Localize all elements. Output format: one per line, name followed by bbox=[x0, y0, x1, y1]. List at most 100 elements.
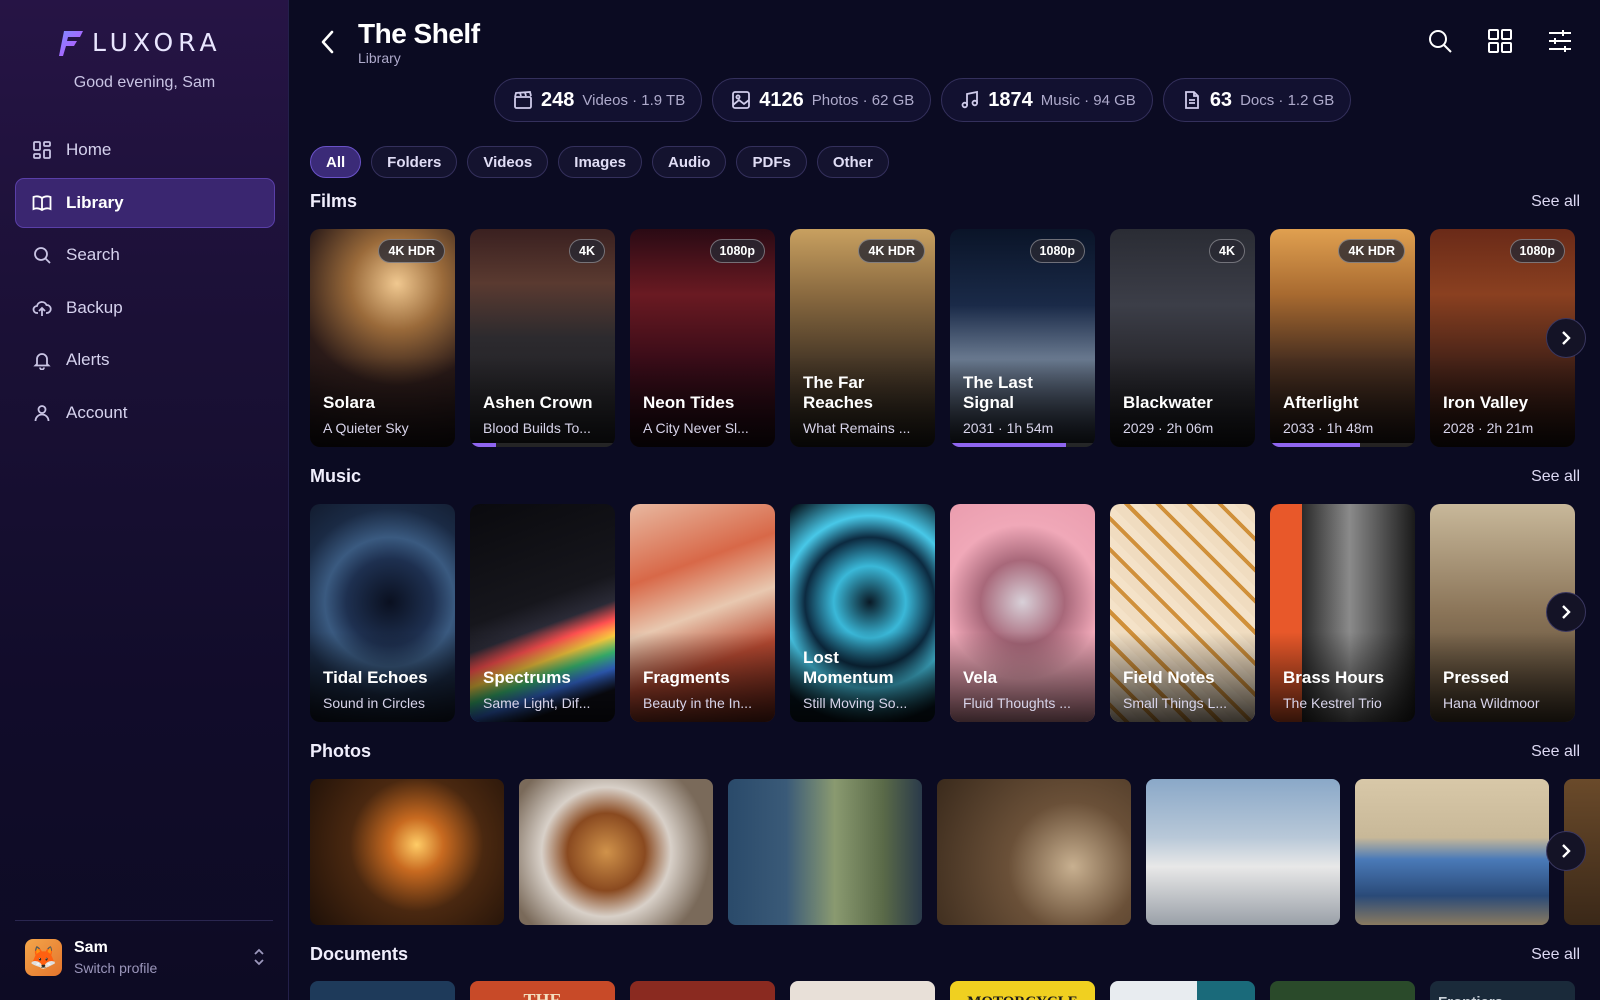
film-card[interactable]: 1080p Neon Tides A City Never Sl... bbox=[630, 229, 775, 447]
photo-thumbnail[interactable] bbox=[728, 779, 922, 925]
sidebar-item-label: Backup bbox=[66, 297, 123, 317]
films-row: 4K HDR Solara A Quieter Sky 4K Ashen Cro… bbox=[310, 229, 1600, 447]
see-all-films-link[interactable]: See all bbox=[1531, 193, 1580, 211]
card-title: The Far Reaches bbox=[803, 373, 873, 412]
card-title: Iron Valley bbox=[1443, 393, 1529, 412]
photo-thumbnail[interactable] bbox=[937, 779, 1131, 925]
document-thumbnail[interactable] bbox=[1270, 981, 1415, 1000]
document-thumbnail[interactable] bbox=[630, 981, 775, 1000]
scroll-right-button[interactable] bbox=[1546, 831, 1586, 871]
card-subtitle: Hana Wildmoor bbox=[1443, 695, 1540, 711]
back-button[interactable] bbox=[316, 28, 340, 56]
document-thumbnail[interactable] bbox=[310, 981, 455, 1000]
music-note-icon bbox=[961, 90, 979, 109]
card-subtitle: What Remains ... bbox=[803, 420, 911, 436]
section-title-music: Music bbox=[310, 466, 362, 486]
film-card[interactable]: 4K Blackwater 2029 · 2h 06m bbox=[1110, 229, 1255, 447]
scroll-right-button[interactable] bbox=[1546, 592, 1586, 632]
card-subtitle: A City Never Sl... bbox=[643, 420, 749, 436]
bell-icon bbox=[33, 353, 51, 370]
film-card[interactable]: 4K HDR Afterlight 2033 · 1h 48m bbox=[1270, 229, 1415, 447]
card-subtitle: Beauty in the In... bbox=[643, 695, 752, 711]
card-title: Vela bbox=[963, 668, 998, 687]
sidebar-item-account[interactable]: Account bbox=[15, 388, 275, 438]
see-all-music-link[interactable]: See all bbox=[1531, 468, 1580, 486]
film-card[interactable]: 1080p The Last Signal 2031 · 1h 54m bbox=[950, 229, 1095, 447]
profile-divider bbox=[15, 920, 273, 921]
film-card[interactable]: 4K Ashen Crown Blood Builds To... bbox=[470, 229, 615, 447]
dashboard-icon bbox=[33, 141, 51, 159]
expand-collapse-icon[interactable] bbox=[253, 947, 265, 967]
brand-logo[interactable]: LUXORA bbox=[58, 28, 222, 57]
sidebar-item-label: Alerts bbox=[66, 350, 110, 369]
chevron-left-icon bbox=[321, 30, 334, 54]
photos-row bbox=[310, 779, 1600, 925]
scroll-right-button[interactable] bbox=[1546, 318, 1586, 358]
chevron-right-icon bbox=[1562, 844, 1571, 858]
stat-label: Photos · 62 GB bbox=[811, 91, 915, 109]
stat-docs[interactable]: 63 Docs · 1.2 GB bbox=[1162, 78, 1352, 122]
sidebar-item-home[interactable]: Home bbox=[15, 125, 275, 175]
card-title: Blackwater bbox=[1123, 393, 1213, 412]
filter-chip-folders[interactable]: Folders bbox=[371, 146, 458, 178]
grid-view-button[interactable] bbox=[1486, 27, 1514, 55]
film-card[interactable]: 4K HDR Solara A Quieter Sky bbox=[310, 229, 455, 447]
document-thumbnail[interactable]: THE bbox=[470, 981, 615, 1000]
filter-chip-pdfs[interactable]: PDFs bbox=[736, 146, 807, 178]
photo-thumbnail[interactable] bbox=[1146, 779, 1340, 925]
document-thumbnail[interactable] bbox=[790, 981, 935, 1000]
filter-chip-other[interactable]: Other bbox=[816, 146, 889, 178]
quality-badge: 1080p bbox=[1509, 239, 1565, 263]
quality-badge: 4K HDR bbox=[378, 239, 445, 263]
sidebar-item-backup[interactable]: Backup bbox=[15, 283, 275, 333]
filter-chip-images[interactable]: Images bbox=[558, 146, 642, 178]
card-subtitle: 2029 · 2h 06m bbox=[1123, 420, 1214, 436]
film-card[interactable]: 4K HDR The Far Reaches What Remains ... bbox=[790, 229, 935, 447]
stat-count: 248 bbox=[541, 88, 575, 111]
document-thumbnail[interactable] bbox=[1110, 981, 1255, 1000]
switch-profile-label: Switch profile bbox=[74, 960, 158, 976]
album-card[interactable]: Tidal Echoes Sound in Circles bbox=[310, 504, 455, 722]
quality-badge: 4K bbox=[1209, 239, 1245, 263]
sidebar-item-library[interactable]: Library bbox=[15, 177, 275, 228]
card-subtitle: The Kestrel Trio bbox=[1283, 695, 1382, 711]
filter-chip-videos[interactable]: Videos bbox=[467, 146, 549, 178]
album-card[interactable]: Spectrums Same Light, Dif... bbox=[470, 504, 615, 722]
stat-photos[interactable]: 4126 Photos · 62 GB bbox=[712, 78, 932, 122]
see-all-photos-link[interactable]: See all bbox=[1531, 743, 1580, 761]
card-subtitle: Blood Builds To... bbox=[483, 420, 591, 436]
album-card[interactable]: Vela Fluid Thoughts ... bbox=[950, 504, 1095, 722]
photo-thumbnail[interactable] bbox=[310, 779, 504, 925]
photo-thumbnail[interactable] bbox=[519, 779, 713, 925]
stat-music[interactable]: 1874 Music · 94 GB bbox=[941, 78, 1153, 122]
filter-chip-all[interactable]: All bbox=[310, 146, 362, 178]
search-button[interactable] bbox=[1426, 27, 1454, 55]
profile-name: Sam bbox=[74, 939, 108, 956]
book-icon bbox=[32, 194, 52, 211]
stat-videos[interactable]: 248 Videos · 1.9 TB bbox=[494, 78, 703, 122]
sidebar-item-search[interactable]: Search bbox=[15, 230, 275, 280]
sidebar-item-label: Home bbox=[66, 140, 112, 159]
card-subtitle: 2031 · 1h 54m bbox=[963, 420, 1054, 436]
sidebar-item-alerts[interactable]: Alerts bbox=[15, 335, 275, 385]
card-title: Ashen Crown bbox=[483, 393, 593, 412]
photo-thumbnail[interactable] bbox=[1355, 779, 1549, 925]
brand-name: LUXORA bbox=[92, 28, 222, 57]
card-title: Brass Hours bbox=[1283, 668, 1385, 687]
album-card[interactable]: Brass Hours The Kestrel Trio bbox=[1270, 504, 1415, 722]
album-card[interactable]: Lost Momentum Still Moving So... bbox=[790, 504, 935, 722]
filter-settings-button[interactable] bbox=[1546, 27, 1574, 55]
see-all-documents-link[interactable]: See all bbox=[1531, 946, 1580, 964]
cloud-upload-icon bbox=[32, 300, 52, 316]
document-thumbnail[interactable]: Frontiers bbox=[1430, 981, 1575, 1000]
profile-switcher[interactable]: 🦊 Sam Switch profile bbox=[25, 939, 265, 976]
album-card[interactable]: Field Notes Small Things L... bbox=[1110, 504, 1255, 722]
section-title-documents: Documents bbox=[310, 944, 409, 964]
quality-badge: 4K HDR bbox=[858, 239, 925, 263]
card-title: Afterlight bbox=[1283, 393, 1359, 412]
album-card[interactable]: Fragments Beauty in the In... bbox=[630, 504, 775, 722]
sidebar-item-label: Library bbox=[66, 192, 124, 212]
documents-row: THE MOTORCYCLE Frontiers bbox=[310, 981, 1600, 1000]
filter-chip-audio[interactable]: Audio bbox=[651, 146, 727, 178]
document-thumbnail[interactable]: MOTORCYCLE bbox=[950, 981, 1095, 1000]
